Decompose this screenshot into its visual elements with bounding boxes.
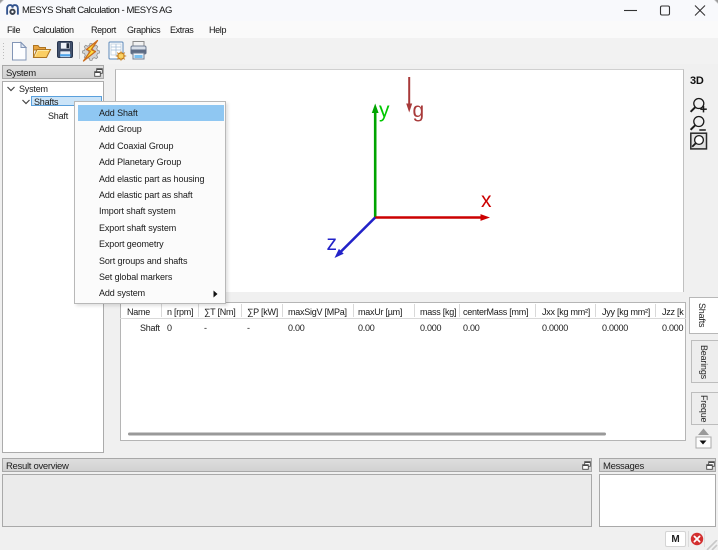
svg-text:x: x xyxy=(481,189,492,212)
svg-text:z: z xyxy=(327,232,337,255)
svg-text:y: y xyxy=(379,99,390,122)
svg-text:g: g xyxy=(413,99,424,122)
